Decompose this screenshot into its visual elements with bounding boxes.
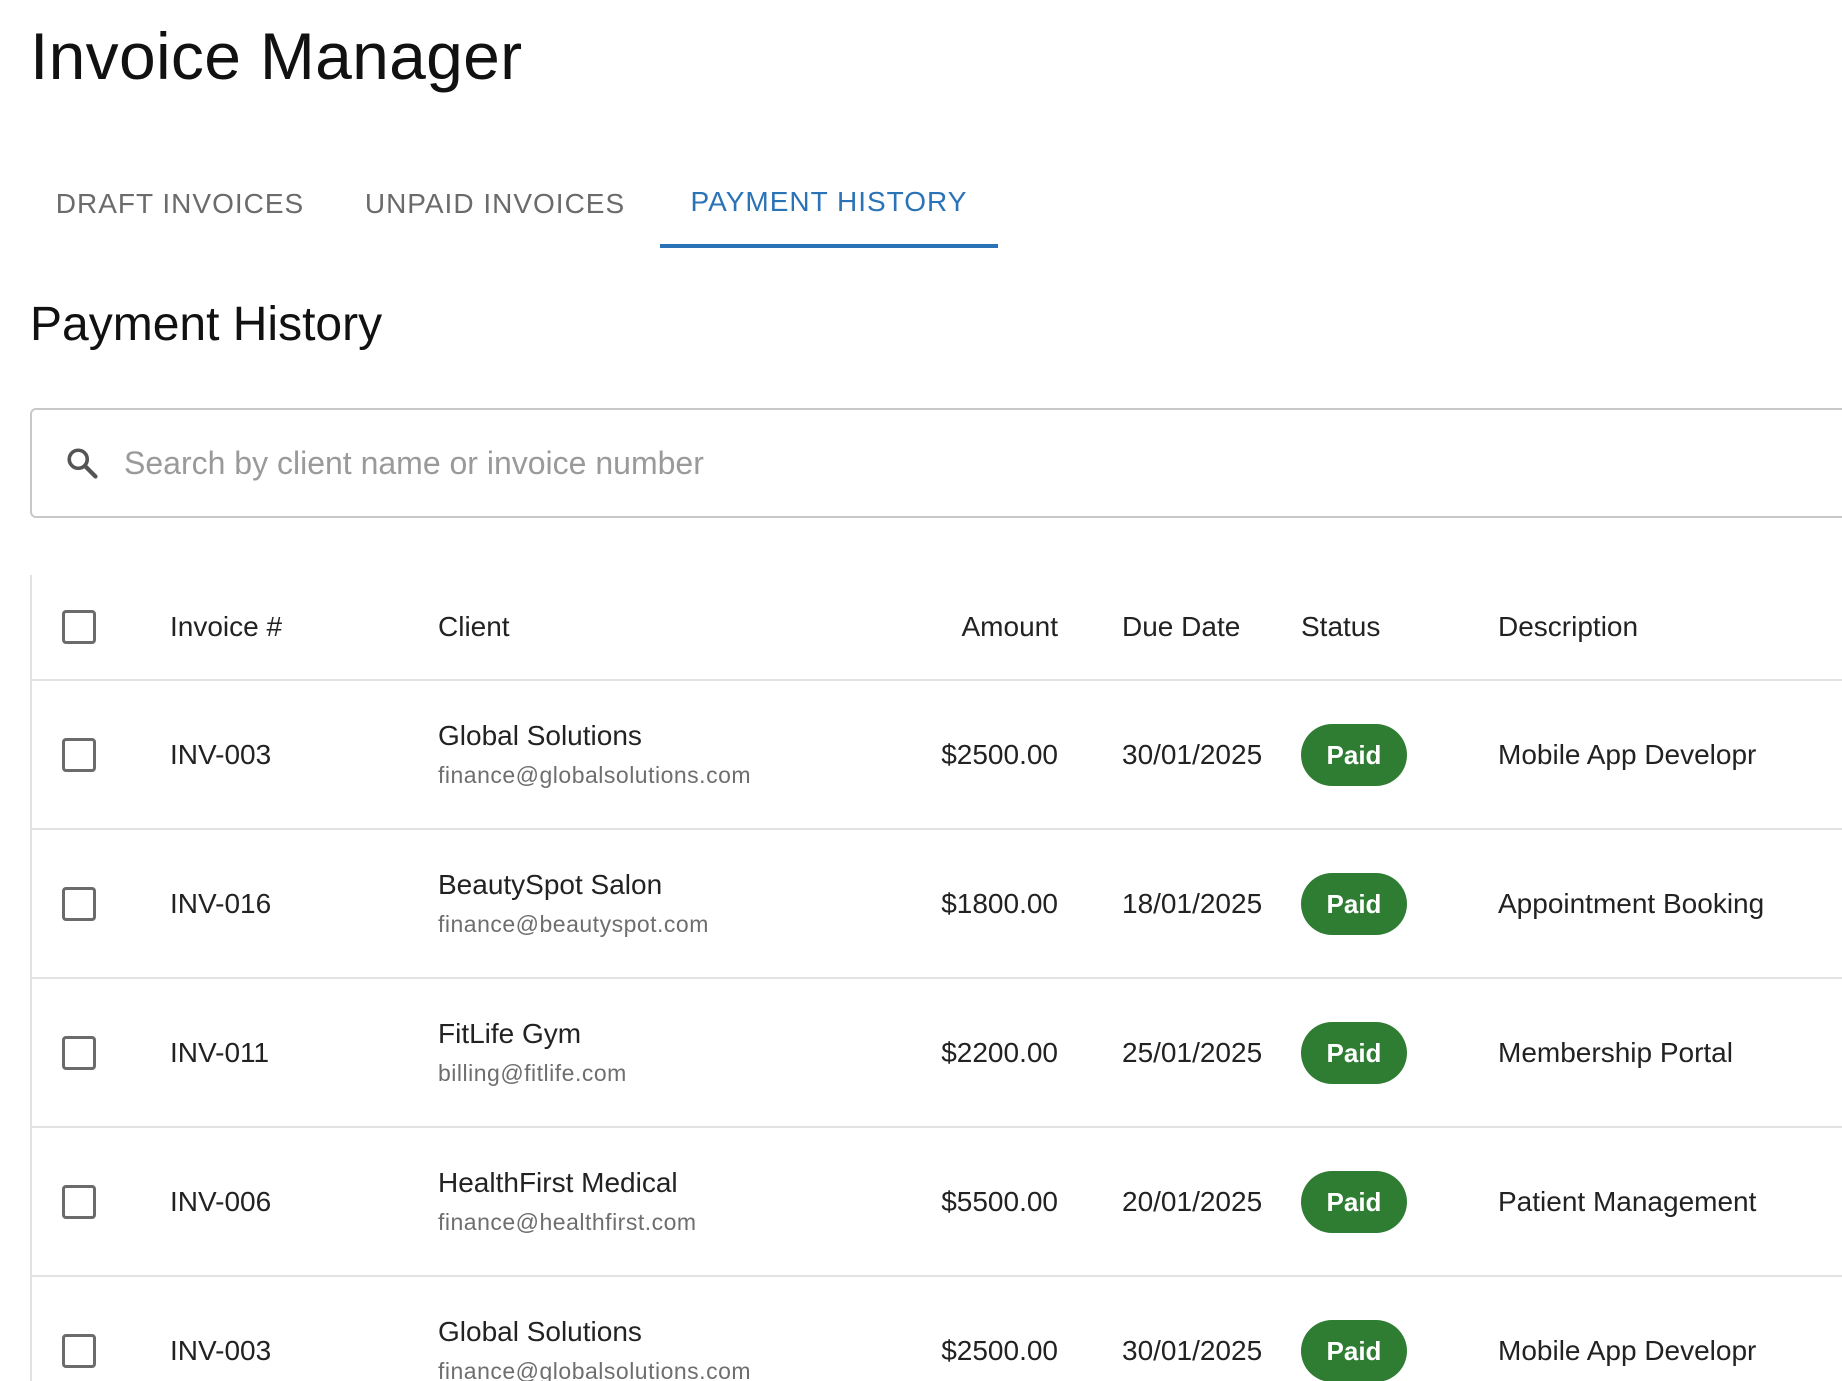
client-cell: Global Solutions finance@globalsolutions… bbox=[438, 680, 858, 830]
table-header-row: Invoice # Client Amount Due Date Status … bbox=[32, 575, 1842, 681]
header-invoice[interactable]: Invoice # bbox=[168, 575, 438, 681]
tab-bar: DRAFT INVOICES UNPAID INVOICES PAYMENT H… bbox=[30, 160, 1842, 248]
status-cell: Paid bbox=[1301, 1276, 1498, 1381]
due-date: 25/01/2025 bbox=[1058, 978, 1301, 1128]
payment-history-table-container: Invoice # Client Amount Due Date Status … bbox=[30, 575, 1842, 1381]
tab-unpaid-invoices[interactable]: UNPAID INVOICES bbox=[330, 160, 660, 248]
amount: $1800.00 bbox=[858, 829, 1058, 979]
invoice-manager-page: Invoice Manager DRAFT INVOICES UNPAID IN… bbox=[0, 0, 1842, 1381]
description: Membership Portal bbox=[1498, 978, 1842, 1128]
row-select-cell bbox=[32, 978, 168, 1128]
status-badge: Paid bbox=[1301, 1021, 1407, 1084]
row-select-cell bbox=[32, 1276, 168, 1381]
row-checkbox[interactable] bbox=[62, 886, 96, 921]
client-email: finance@beautyspot.com bbox=[438, 911, 709, 937]
description: Mobile App Developr bbox=[1498, 1276, 1842, 1381]
status-cell: Paid bbox=[1301, 829, 1498, 979]
client-cell: BeautySpot Salon finance@beautyspot.com bbox=[438, 829, 858, 979]
search-box[interactable] bbox=[30, 408, 1842, 518]
table-row[interactable]: INV-003 Global Solutions finance@globals… bbox=[32, 1276, 1842, 1381]
client-email: finance@healthfirst.com bbox=[438, 1209, 697, 1235]
header-due-date[interactable]: Due Date bbox=[1058, 575, 1301, 681]
section-title: Payment History bbox=[30, 298, 383, 351]
invoice-number: INV-006 bbox=[168, 1127, 438, 1277]
row-checkbox[interactable] bbox=[62, 1035, 96, 1070]
table-row[interactable]: INV-011 FitLife Gym billing@fitlife.com … bbox=[32, 978, 1842, 1128]
client-name: Global Solutions bbox=[438, 720, 642, 751]
description: Patient Management bbox=[1498, 1127, 1842, 1277]
payment-history-table: Invoice # Client Amount Due Date Status … bbox=[32, 575, 1842, 1381]
description: Appointment Booking bbox=[1498, 829, 1842, 979]
tab-draft-invoices[interactable]: DRAFT INVOICES bbox=[30, 160, 330, 248]
client-cell: Global Solutions finance@globalsolutions… bbox=[438, 1276, 858, 1381]
due-date: 18/01/2025 bbox=[1058, 829, 1301, 979]
header-description[interactable]: Description bbox=[1498, 575, 1842, 681]
header-amount[interactable]: Amount bbox=[858, 575, 1058, 681]
invoice-number: INV-011 bbox=[168, 978, 438, 1128]
invoice-number: INV-003 bbox=[168, 1276, 438, 1381]
search-icon bbox=[62, 443, 102, 483]
status-badge: Paid bbox=[1301, 872, 1407, 935]
tab-payment-history[interactable]: PAYMENT HISTORY bbox=[660, 160, 998, 248]
client-name: HealthFirst Medical bbox=[438, 1167, 678, 1198]
status-cell: Paid bbox=[1301, 680, 1498, 830]
table-row[interactable]: INV-006 HealthFirst Medical finance@heal… bbox=[32, 1127, 1842, 1277]
status-cell: Paid bbox=[1301, 1127, 1498, 1277]
row-select-cell bbox=[32, 1127, 168, 1277]
amount: $2500.00 bbox=[858, 680, 1058, 830]
status-cell: Paid bbox=[1301, 978, 1498, 1128]
status-badge: Paid bbox=[1301, 1319, 1407, 1381]
table-row[interactable]: INV-003 Global Solutions finance@globals… bbox=[32, 680, 1842, 830]
app-title: Invoice Manager bbox=[30, 19, 523, 93]
client-cell: FitLife Gym billing@fitlife.com bbox=[438, 978, 858, 1128]
invoice-number: INV-016 bbox=[168, 829, 438, 979]
client-name: Global Solutions bbox=[438, 1316, 642, 1347]
status-badge: Paid bbox=[1301, 723, 1407, 786]
status-badge: Paid bbox=[1301, 1170, 1407, 1233]
client-name: FitLife Gym bbox=[438, 1018, 582, 1049]
row-checkbox[interactable] bbox=[62, 1184, 96, 1219]
due-date: 30/01/2025 bbox=[1058, 1276, 1301, 1381]
client-cell: HealthFirst Medical finance@healthfirst.… bbox=[438, 1127, 858, 1277]
select-all-checkbox[interactable] bbox=[62, 610, 96, 644]
due-date: 30/01/2025 bbox=[1058, 680, 1301, 830]
amount: $2200.00 bbox=[858, 978, 1058, 1128]
amount: $2500.00 bbox=[858, 1276, 1058, 1381]
search-input[interactable] bbox=[122, 432, 1626, 494]
row-checkbox[interactable] bbox=[62, 1333, 96, 1368]
row-select-cell bbox=[32, 829, 168, 979]
client-email: finance@globalsolutions.com bbox=[438, 1358, 752, 1381]
header-client[interactable]: Client bbox=[438, 575, 858, 681]
row-select-cell bbox=[32, 680, 168, 830]
client-email: billing@fitlife.com bbox=[438, 1060, 627, 1086]
header-status[interactable]: Status bbox=[1301, 575, 1498, 681]
client-name: BeautySpot Salon bbox=[438, 869, 663, 900]
select-all-cell bbox=[32, 575, 168, 681]
description: Mobile App Developr bbox=[1498, 680, 1842, 830]
table-row[interactable]: INV-016 BeautySpot Salon finance@beautys… bbox=[32, 829, 1842, 979]
invoice-number: INV-003 bbox=[168, 680, 438, 830]
row-checkbox[interactable] bbox=[62, 737, 96, 772]
amount: $5500.00 bbox=[858, 1127, 1058, 1277]
client-email: finance@globalsolutions.com bbox=[438, 762, 752, 788]
due-date: 20/01/2025 bbox=[1058, 1127, 1301, 1277]
